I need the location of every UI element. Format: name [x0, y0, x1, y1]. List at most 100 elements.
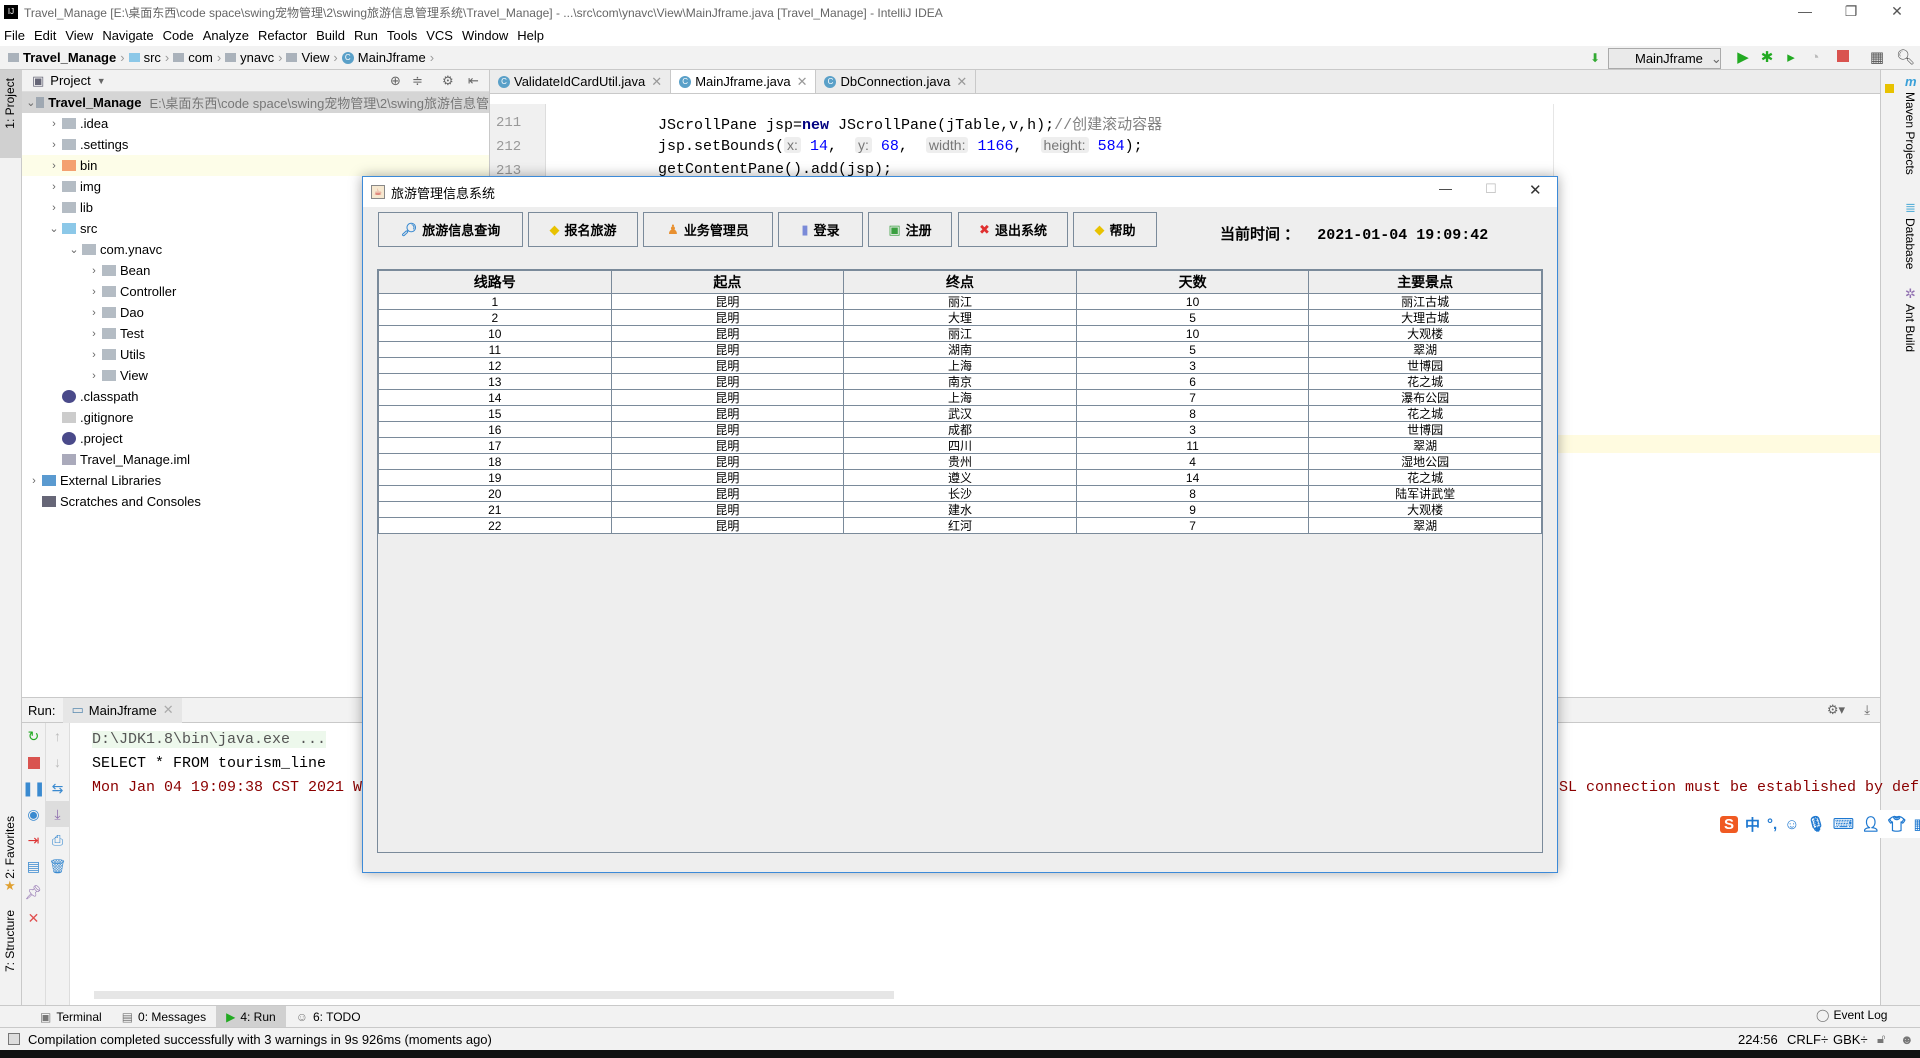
- lock-icon[interactable]: 🔓︎: [1877, 1031, 1885, 1047]
- table-cell[interactable]: 12: [378, 357, 612, 374]
- table-cell[interactable]: 四川: [843, 437, 1077, 454]
- table-row[interactable]: 20 昆明 长沙 8 陆军讲武堂: [378, 485, 1542, 502]
- project-view-select[interactable]: Project: [50, 73, 90, 88]
- table-cell[interactable]: 17: [378, 437, 612, 454]
- table-cell[interactable]: 6: [1075, 373, 1310, 390]
- camera-icon[interactable]: ◉: [22, 801, 45, 827]
- table-cell[interactable]: 1: [378, 293, 612, 310]
- table-cell[interactable]: 上海: [843, 389, 1077, 406]
- editor-tab[interactable]: C MainJframe.java ✕: [671, 70, 817, 93]
- hide-panel-icon[interactable]: ⇤: [468, 73, 479, 89]
- menu-build[interactable]: Build: [316, 28, 345, 43]
- chevron-down-icon[interactable]: ⌄: [26, 96, 36, 109]
- table-cell[interactable]: 红河: [843, 517, 1077, 534]
- table-cell[interactable]: 建水: [843, 501, 1077, 518]
- table-row[interactable]: 1 昆明 丽江 10 丽江古城: [378, 293, 1542, 310]
- table-cell[interactable]: 成都: [843, 421, 1077, 438]
- tree-item[interactable]: › bin: [22, 155, 489, 176]
- breadcrumb-item[interactable]: Travel_Manage ›: [8, 50, 125, 65]
- pause-icon[interactable]: ❚❚: [22, 775, 45, 801]
- maven-projects-tool-button[interactable]: Maven Projects: [1903, 92, 1917, 175]
- rerun-icon[interactable]: ↻: [22, 723, 45, 749]
- table-row[interactable]: 19 昆明 遵义 14 花之城: [378, 469, 1542, 486]
- table-cell[interactable]: 昆明: [610, 325, 845, 342]
- table-cell[interactable]: 武汉: [843, 405, 1077, 422]
- table-cell[interactable]: 大理: [843, 309, 1077, 326]
- menu-window[interactable]: Window: [462, 28, 508, 43]
- table-cell[interactable]: 翠湖: [1308, 341, 1542, 358]
- ant-build-tool-button[interactable]: Ant Build: [1903, 304, 1917, 352]
- table-cell[interactable]: 昆明: [610, 341, 845, 358]
- nav-button-5[interactable]: ✖ 退出系统: [958, 212, 1068, 247]
- column-header[interactable]: 起点: [610, 270, 845, 294]
- breadcrumb-item[interactable]: C MainJframe ›: [341, 50, 434, 65]
- editor-tab[interactable]: C ValidateIdCardUtil.java ✕: [490, 70, 672, 93]
- chevron-right-icon[interactable]: ›: [86, 265, 102, 277]
- project-tool-button[interactable]: 1: Project: [3, 78, 17, 129]
- menu-navigate[interactable]: Navigate: [102, 28, 153, 43]
- status-message[interactable]: Compilation completed successfully with …: [28, 1032, 492, 1047]
- table-cell[interactable]: 7: [1075, 517, 1310, 534]
- gear-icon[interactable]: ⚙: [442, 73, 454, 89]
- build-icon[interactable]: ⬇: [1586, 49, 1604, 67]
- table-cell[interactable]: 9: [1075, 501, 1310, 518]
- structure-tool-button[interactable]: 7: Structure: [3, 910, 17, 972]
- code-line[interactable]: jsp.setBounds(x: 14, y: 68, width: 1166,…: [658, 137, 1143, 155]
- table-row[interactable]: 10 昆明 丽江 10 大观楼: [378, 325, 1542, 342]
- table-cell[interactable]: 湿地公园: [1308, 453, 1542, 470]
- menu-view[interactable]: View: [65, 28, 93, 43]
- coverage-icon[interactable]: ▸: [1782, 49, 1800, 67]
- nav-button-3[interactable]: ▮ 登录: [778, 212, 863, 247]
- breadcrumb-item[interactable]: View ›: [286, 50, 338, 65]
- table-cell[interactable]: 大观楼: [1308, 325, 1542, 342]
- menu-analyze[interactable]: Analyze: [203, 28, 249, 43]
- up-arrow-icon[interactable]: ↑: [46, 723, 69, 749]
- chevron-right-icon[interactable]: ›: [46, 202, 62, 214]
- table-cell[interactable]: 11: [1075, 437, 1310, 454]
- chevron-down-icon[interactable]: ⌄: [66, 243, 82, 256]
- table-row[interactable]: 12 昆明 上海 3 世博园: [378, 357, 1542, 374]
- table-cell[interactable]: 昆明: [610, 469, 845, 486]
- chevron-right-icon[interactable]: ›: [46, 139, 62, 151]
- menu-vcs[interactable]: VCS: [426, 28, 453, 43]
- table-cell[interactable]: 10: [1075, 293, 1310, 310]
- close-button[interactable]: ✕: [1874, 0, 1920, 24]
- menu-tools[interactable]: Tools: [387, 28, 417, 43]
- close-tab-icon[interactable]: ✕: [651, 74, 662, 90]
- skin-icon[interactable]: 👕︎: [1887, 815, 1906, 833]
- chevron-right-icon[interactable]: ›: [46, 118, 62, 130]
- chevron-right-icon[interactable]: ›: [46, 160, 62, 172]
- ime-punctuation[interactable]: °,: [1767, 816, 1777, 833]
- editor-tab[interactable]: C DbConnection.java ✕: [816, 70, 977, 93]
- table-cell[interactable]: 2: [378, 309, 612, 326]
- dropdown-arrow-icon[interactable]: ▼: [97, 76, 106, 86]
- table-cell[interactable]: 21: [378, 501, 612, 518]
- table-cell[interactable]: 昆明: [610, 485, 845, 502]
- table-cell[interactable]: 20: [378, 485, 612, 502]
- table-cell[interactable]: 花之城: [1308, 469, 1542, 486]
- database-tool-button[interactable]: Database: [1903, 218, 1917, 269]
- table-row[interactable]: 15 昆明 武汉 8 花之城: [378, 405, 1542, 422]
- menu-file[interactable]: File: [4, 28, 25, 43]
- tree-root[interactable]: ⌄ Travel_Manage E:\桌面东西\code space\swing宠物…: [22, 92, 489, 113]
- locate-icon[interactable]: ⊕: [390, 73, 401, 89]
- close-tab-icon[interactable]: ✕: [163, 702, 174, 718]
- table-cell[interactable]: 昆明: [610, 389, 845, 406]
- horizontal-scrollbar[interactable]: [94, 991, 894, 999]
- tool-tab-run[interactable]: ▶ 4: Run: [216, 1005, 286, 1028]
- chevron-right-icon[interactable]: ›: [86, 370, 102, 382]
- table-cell[interactable]: 昆明: [610, 437, 845, 454]
- scroll-to-end-icon[interactable]: ⤓: [46, 801, 69, 827]
- table-cell[interactable]: 翠湖: [1308, 437, 1542, 454]
- table-cell[interactable]: 5: [1075, 341, 1310, 358]
- table-row[interactable]: 2 昆明 大理 5 大理古城: [378, 309, 1542, 326]
- tool-tab-terminal[interactable]: ▣ Terminal: [30, 1006, 112, 1028]
- table-cell[interactable]: 昆明: [610, 517, 845, 534]
- table-cell[interactable]: 4: [1075, 453, 1310, 470]
- line-separator-select[interactable]: CRLF÷: [1787, 1032, 1828, 1047]
- menu-help[interactable]: Help: [517, 28, 544, 43]
- table-cell[interactable]: 大观楼: [1308, 501, 1542, 518]
- column-header[interactable]: 天数: [1075, 270, 1310, 294]
- print-icon[interactable]: ⎙: [46, 827, 69, 853]
- table-cell[interactable]: 10: [378, 325, 612, 342]
